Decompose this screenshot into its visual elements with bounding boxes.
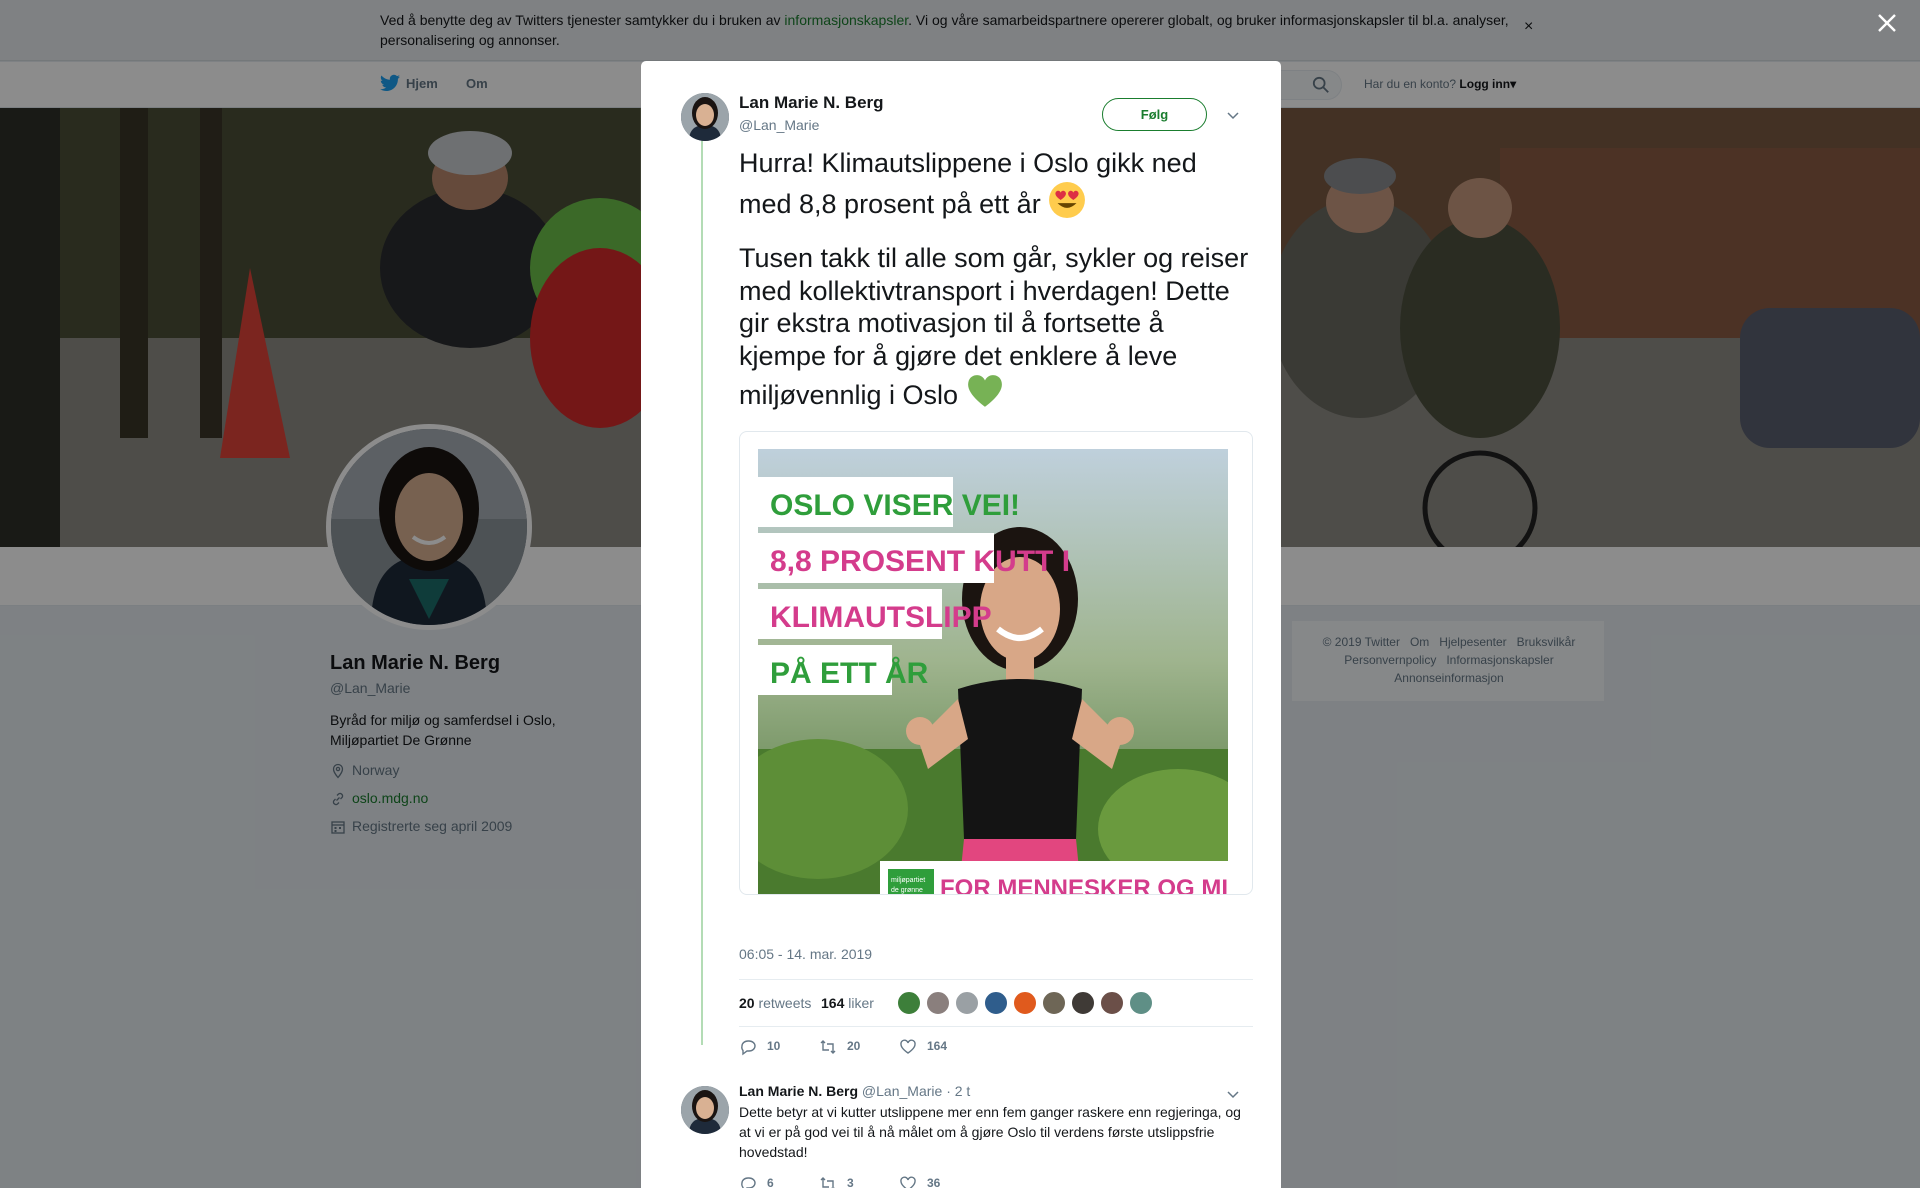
heart-icon <box>900 1176 916 1188</box>
follow-button[interactable]: Følg <box>1102 98 1207 131</box>
liker-avatar[interactable] <box>1013 991 1037 1015</box>
liker-avatar[interactable] <box>984 991 1008 1015</box>
campaign-image[interactable]: OSLO VISER VEI! 8,8 PROSENT KUTT I KLIMA… <box>758 449 1228 895</box>
retweets-stat[interactable]: 20 retweets <box>739 995 811 1011</box>
tweet-stats: 20 retweets 164 liker <box>739 979 1253 1027</box>
tweet-media-card[interactable]: OSLO VISER VEI! 8,8 PROSENT KUTT I KLIMA… <box>739 431 1253 895</box>
retweet-icon <box>820 1177 835 1188</box>
liker-avatar[interactable] <box>926 991 950 1015</box>
chevron-down-icon[interactable] <box>1226 1087 1240 1101</box>
liker-avatar[interactable] <box>1129 991 1153 1015</box>
media-headline-3: KLIMAUTSLIPP <box>770 601 992 634</box>
media-logo-line-2: de grønne <box>891 887 923 894</box>
reply-icon <box>741 1040 756 1056</box>
chevron-down-icon[interactable] <box>1226 108 1240 122</box>
liker-avatar[interactable] <box>1042 991 1066 1015</box>
reply-icon <box>741 1177 756 1188</box>
reply-author-avatar[interactable] <box>681 1086 729 1134</box>
liker-avatar[interactable] <box>1100 991 1124 1015</box>
tweet-text: Hurra! Klimautslippene i Oslo gikk ned m… <box>739 148 1249 410</box>
likes-stat[interactable]: 164 liker <box>821 995 874 1011</box>
liker-avatar[interactable] <box>897 991 921 1015</box>
media-headline-2: 8,8 PROSENT KUTT I <box>770 545 1070 578</box>
tweet-permalink-modal: Lan Marie N. Berg @Lan_Marie Følg Hurra!… <box>641 61 1281 1188</box>
smiling-face-with-heart-eyes-emoji <box>1049 182 1086 218</box>
liker-avatar[interactable] <box>1071 991 1095 1015</box>
tweet-author-handle[interactable]: @Lan_Marie <box>739 117 819 133</box>
media-headline-4: PÅ ETT ÅR <box>770 657 929 690</box>
media-logo-line-1: miljøpartiet <box>891 877 925 884</box>
heart-icon <box>900 1039 916 1054</box>
reply-text: Dette betyr at vi kutter utslippene mer … <box>739 1104 1241 1160</box>
reply-time[interactable]: · 2 t <box>946 1083 970 1099</box>
tweet-author-avatar[interactable] <box>681 93 729 141</box>
retweet-icon <box>820 1040 836 1054</box>
close-icon[interactable] <box>1876 12 1898 34</box>
media-slogan: FOR MENNESKER OG MILJØ <box>940 875 1228 895</box>
tweet-author-name[interactable]: Lan Marie N. Berg <box>739 93 884 113</box>
reply-author-handle[interactable]: @Lan_Marie <box>862 1083 942 1099</box>
thread-line <box>701 141 703 1045</box>
liker-avatar[interactable] <box>955 991 979 1015</box>
reply-header: Lan Marie N. Berg @Lan_Marie · 2 t <box>739 1083 970 1099</box>
green-heart-emoji <box>967 375 1002 407</box>
reply-author-name[interactable]: Lan Marie N. Berg <box>739 1083 858 1099</box>
media-headline-1: OSLO VISER VEI! <box>770 489 1020 522</box>
tweet-timestamp[interactable]: 06:05 - 14. mar. 2019 <box>739 946 872 962</box>
